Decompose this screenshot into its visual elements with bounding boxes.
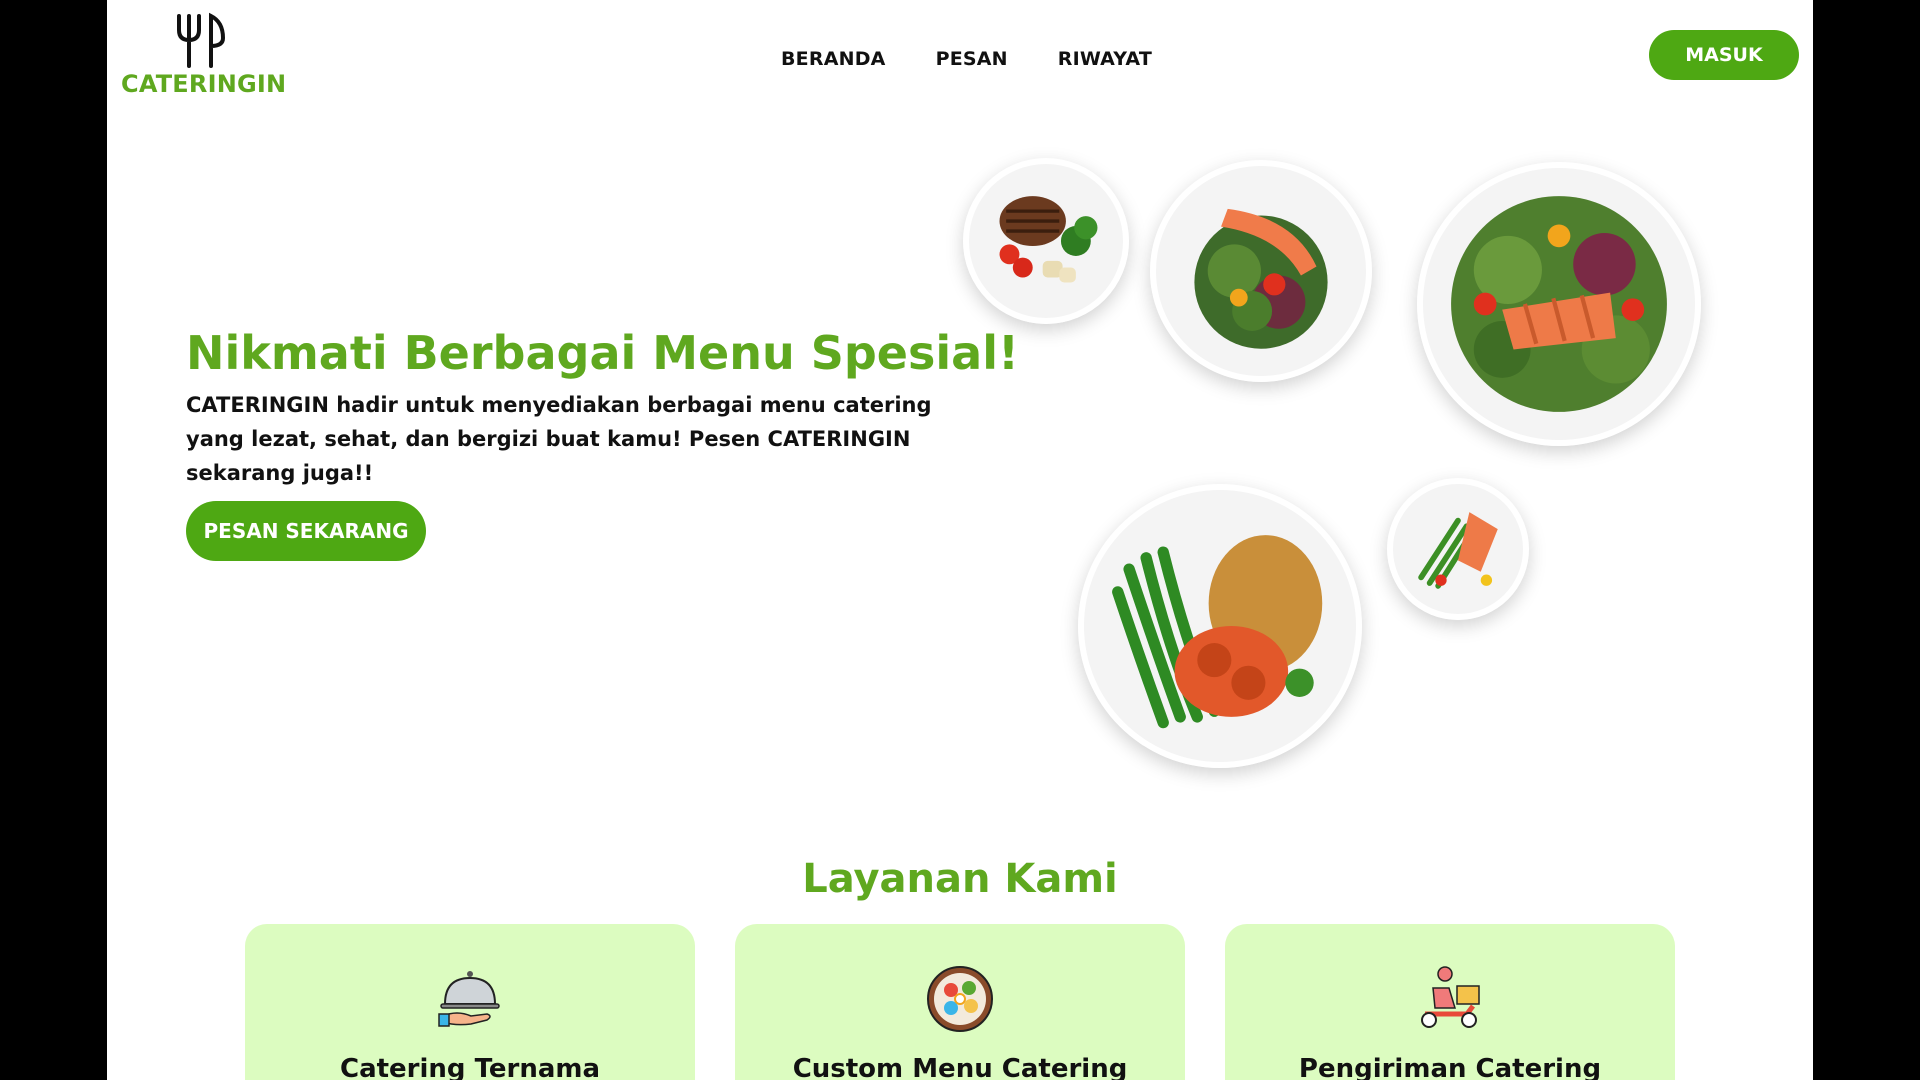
salmon-salad-large-plate [1417, 162, 1701, 446]
landing-page: CATERINGIN BERANDA PESAN RIWAYAT MASUK N… [107, 0, 1813, 1080]
nav-riwayat[interactable]: RIWAYAT [1058, 48, 1152, 70]
delivery-scooter-icon [1421, 966, 1480, 1028]
brand-name: CATERINGIN [121, 70, 287, 98]
fork-knife-icon [177, 12, 226, 68]
order-now-button[interactable]: PESAN SEKARANG [186, 501, 426, 561]
services-title: Layanan Kami [802, 856, 1118, 902]
salmon-asparagus-plate [1387, 478, 1529, 620]
service-card-catering-ternama[interactable]: Catering Ternama [245, 924, 695, 1080]
service-card-title: Pengiriman Catering [1298, 1054, 1602, 1080]
steak-plate [963, 158, 1129, 324]
service-card-custom-menu[interactable]: Custom Menu Catering [735, 924, 1185, 1080]
food-bowl-icon [927, 966, 993, 1032]
nav-pesan[interactable]: PESAN [936, 48, 1008, 70]
service-card-title: Custom Menu Catering [792, 1054, 1128, 1080]
salmon-salad-plate [1150, 160, 1372, 382]
login-button[interactable]: MASUK [1649, 30, 1799, 80]
serving-cloche-icon [438, 971, 500, 1027]
nav-beranda[interactable]: BERANDA [781, 48, 886, 70]
brand-logo[interactable]: CATERINGIN [121, 12, 287, 98]
hero-title: Nikmati Berbagai Menu Spesial! [186, 326, 1019, 380]
main-nav: BERANDA PESAN RIWAYAT [781, 48, 1152, 70]
chicken-rice-beans-plate [1078, 484, 1362, 768]
service-card-title: Catering Ternama [339, 1054, 601, 1080]
service-card-pengiriman[interactable]: Pengiriman Catering [1225, 924, 1675, 1080]
hero-description: CATERINGIN hadir untuk menyediakan berba… [186, 393, 932, 485]
